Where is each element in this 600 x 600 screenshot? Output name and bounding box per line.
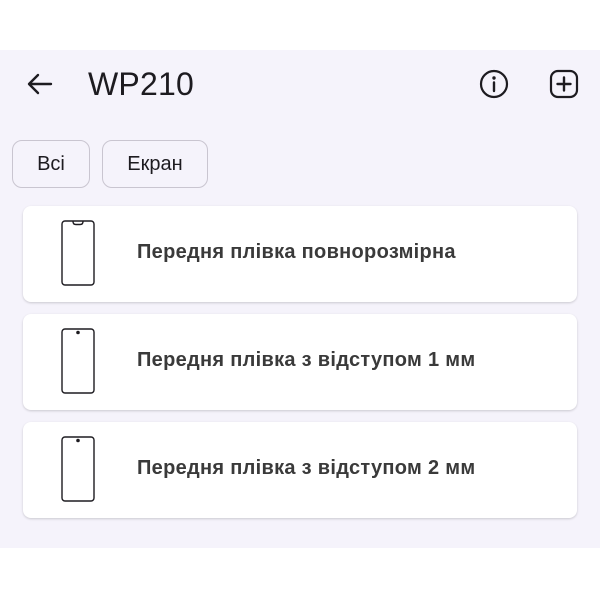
- info-circle-icon: [479, 69, 509, 99]
- add-button[interactable]: [546, 66, 582, 102]
- filter-chip-screen[interactable]: Екран: [102, 140, 208, 188]
- plus-square-icon: [549, 69, 579, 99]
- filter-chips: Всі Екран: [12, 140, 208, 190]
- filter-chip-all[interactable]: Всі: [12, 140, 90, 188]
- app-screen: WP210 Всі Екран Передня плівка повнорозм…: [0, 50, 600, 548]
- back-button[interactable]: [22, 66, 58, 102]
- phone-notch-icon: [61, 220, 95, 286]
- film-item-label: Передня плівка з відступом 2 мм: [137, 457, 476, 479]
- page-title: WP210: [88, 66, 194, 102]
- phone-dot-icon: [61, 328, 95, 394]
- film-item-offset-1mm[interactable]: Передня плівка з відступом 1 мм: [23, 314, 577, 410]
- arrow-left-icon: [27, 73, 53, 95]
- film-item-label: Передня плівка з відступом 1 мм: [137, 349, 476, 371]
- phone-dot-icon: [61, 436, 95, 502]
- info-button[interactable]: [476, 66, 512, 102]
- film-list: Передня плівка повнорозмірна Передня плі…: [23, 206, 577, 530]
- top-app-bar: WP210: [0, 50, 600, 120]
- film-item-full-size[interactable]: Передня плівка повнорозмірна: [23, 206, 577, 302]
- film-item-offset-2mm[interactable]: Передня плівка з відступом 2 мм: [23, 422, 577, 518]
- film-item-label: Передня плівка повнорозмірна: [137, 241, 456, 263]
